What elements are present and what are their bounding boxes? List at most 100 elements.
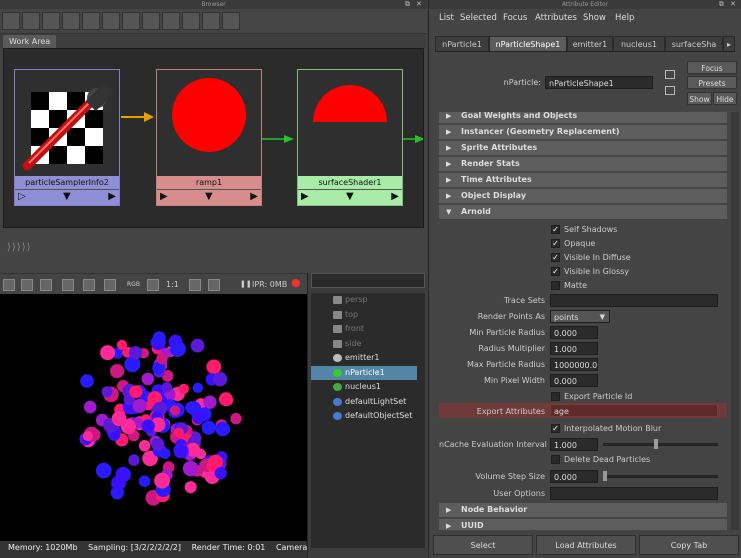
outliner-list[interactable]: persp top front side emitter1 nParticle1… <box>311 293 417 548</box>
user-options-field[interactable] <box>550 487 718 500</box>
volume-step-size-slider[interactable] <box>603 475 718 478</box>
outliner-item[interactable]: emitter1 <box>311 351 417 366</box>
section-sprite[interactable]: ▶ Sprite Attributes <box>439 141 727 155</box>
node-ports[interactable]: ▷ ▼ ▶ <box>15 189 119 205</box>
ae-scrollbar[interactable] <box>731 112 739 530</box>
select-button[interactable]: Select <box>433 535 533 555</box>
node-particle-sampler-info[interactable]: particleSamplerInfo2 ▷ ▼ ▶ <box>14 69 120 206</box>
outliner-item[interactable]: nParticle1 <box>311 365 417 380</box>
toolbar-button-7[interactable] <box>122 12 140 30</box>
ratio-button[interactable]: 1:1 <box>166 278 179 291</box>
render-canvas[interactable] <box>0 294 307 541</box>
menu-focus[interactable]: Focus <box>503 13 527 23</box>
ncache-interval-field[interactable]: 1.000 <box>550 438 598 451</box>
snapshot-icon[interactable] <box>40 279 52 291</box>
load-attributes-button[interactable]: Load Attributes <box>536 535 636 555</box>
outliner-scrollbar[interactable] <box>417 293 425 548</box>
node-ports[interactable]: ▶ ▼ ▶ <box>298 189 402 205</box>
tab-nparticleshape1[interactable]: nParticleShape1 <box>489 36 567 51</box>
copy-tab-button[interactable]: Copy Tab <box>639 535 739 555</box>
toolbar-button-1[interactable] <box>2 12 20 30</box>
rgb-channel-button[interactable]: RGB <box>127 278 140 291</box>
volume-step-size-slider-knob[interactable] <box>603 471 607 481</box>
node-ports[interactable]: ▶ ▼ ▶ <box>157 189 261 205</box>
close-render-icon[interactable] <box>208 279 220 291</box>
node-surface-shader[interactable]: surfaceShader1 ▶ ▼ ▶ <box>297 69 403 206</box>
keep-image-icon[interactable] <box>104 279 116 291</box>
window-buttons[interactable]: ⧉ ✕ <box>719 0 738 9</box>
max-particle-radius-field[interactable]: 1000000.000 <box>550 358 598 371</box>
render-icon[interactable] <box>3 279 15 291</box>
tab-emitter1[interactable]: emitter1 <box>567 36 613 51</box>
section-node-behavior[interactable]: ▶ Node Behavior <box>439 503 727 517</box>
section-arnold[interactable]: ▼ Arnold <box>439 205 727 219</box>
opaque-checkbox[interactable]: ✓ <box>551 239 560 248</box>
interp-motion-blur-checkbox[interactable]: ✓ <box>551 424 560 433</box>
delete-dead-checkbox[interactable] <box>551 455 560 464</box>
input-connections-icon[interactable] <box>665 70 675 79</box>
toolbar-button-3[interactable] <box>42 12 60 30</box>
toolbar-button-4[interactable] <box>62 12 80 30</box>
trace-sets-field[interactable] <box>550 294 718 307</box>
node-name-field[interactable]: nParticleShape1 <box>545 76 653 89</box>
output-connections-icon[interactable] <box>665 86 675 95</box>
export-attributes-field[interactable]: age <box>550 404 718 417</box>
tab-nucleus1[interactable]: nucleus1 <box>613 36 665 51</box>
self-shadows-checkbox[interactable]: ✓ <box>551 225 560 234</box>
presets-button[interactable]: Presets <box>687 76 737 89</box>
outliner-search-input[interactable] <box>311 273 425 288</box>
toolbar-button-10[interactable] <box>182 12 200 30</box>
volume-step-size-field[interactable]: 0.000 <box>550 470 598 483</box>
section-uuid[interactable]: ▶ UUID <box>439 519 727 530</box>
toolbar-button-6[interactable] <box>102 12 120 30</box>
render-points-as-dropdown[interactable]: points ▼ <box>550 310 610 323</box>
toolbar-button-12[interactable] <box>222 12 240 30</box>
ncache-interval-slider[interactable] <box>603 443 718 446</box>
alpha-channel-icon[interactable] <box>147 279 159 291</box>
min-particle-radius-field[interactable]: 0.000 <box>550 326 598 339</box>
section-time[interactable]: ▶ Time Attributes <box>439 173 727 187</box>
section-render-stats[interactable]: ▶ Render Stats <box>439 157 727 171</box>
toolbar-button-11[interactable] <box>202 12 220 30</box>
node-graph[interactable]: particleSamplerInfo2 ▷ ▼ ▶ ramp1 ▶ ▼ ▶ s… <box>3 48 424 228</box>
outliner-item[interactable]: persp <box>311 293 417 308</box>
visible-diffuse-checkbox[interactable]: ✓ <box>551 253 560 262</box>
tab-surfaceshader[interactable]: surfaceSha <box>665 36 723 51</box>
node-ramp[interactable]: ramp1 ▶ ▼ ▶ <box>156 69 262 206</box>
outliner-item[interactable]: defaultObjectSet <box>311 409 417 424</box>
menu-attributes[interactable]: Attributes <box>535 13 577 23</box>
outliner-item[interactable]: front <box>311 322 417 337</box>
pause-icon[interactable]: ❚❚ <box>240 278 252 291</box>
section-instancer[interactable]: ▶ Instancer (Geometry Replacement) <box>439 125 727 139</box>
visible-glossy-checkbox[interactable]: ✓ <box>551 267 560 276</box>
toolbar-button-8[interactable] <box>142 12 160 30</box>
menu-list[interactable]: List <box>439 13 454 23</box>
outliner-item[interactable]: nucleus1 <box>311 380 417 395</box>
menu-show[interactable]: Show <box>583 13 606 23</box>
section-object-display[interactable]: ▶ Object Display <box>439 189 727 203</box>
toolbar-button-2[interactable] <box>22 12 40 30</box>
radius-multiplier-field[interactable]: 1.000 <box>550 342 598 355</box>
outliner-item[interactable]: top <box>311 308 417 323</box>
outliner-item[interactable]: defaultLightSet <box>311 395 417 410</box>
toolbar-button-9[interactable] <box>162 12 180 30</box>
region-icon[interactable] <box>83 279 95 291</box>
show-button[interactable]: Show <box>687 92 712 105</box>
menu-selected[interactable]: Selected <box>460 13 497 23</box>
outliner-item[interactable]: side <box>311 337 417 352</box>
display-icon[interactable] <box>189 279 201 291</box>
min-pixel-width-field[interactable]: 0.000 <box>550 374 598 387</box>
refresh-icon[interactable] <box>62 279 74 291</box>
export-particle-id-checkbox[interactable] <box>551 392 560 401</box>
section-goal-weights[interactable]: ▶ Goal Weights and Objects <box>439 112 727 123</box>
ncache-interval-slider-knob[interactable] <box>654 439 658 449</box>
tab-work-area[interactable]: Work Area <box>3 35 57 48</box>
ipr-render-icon[interactable] <box>21 279 33 291</box>
menu-help[interactable]: Help <box>615 13 634 23</box>
toolbar-button-5[interactable] <box>82 12 100 30</box>
focus-button[interactable]: Focus <box>687 61 737 74</box>
hide-button[interactable]: Hide <box>713 92 737 105</box>
tabs-scroll-arrow[interactable]: ▸ <box>723 36 735 51</box>
window-buttons[interactable]: ⧉ ✕ <box>405 0 424 9</box>
tab-nparticle1[interactable]: nParticle1 <box>435 36 489 51</box>
